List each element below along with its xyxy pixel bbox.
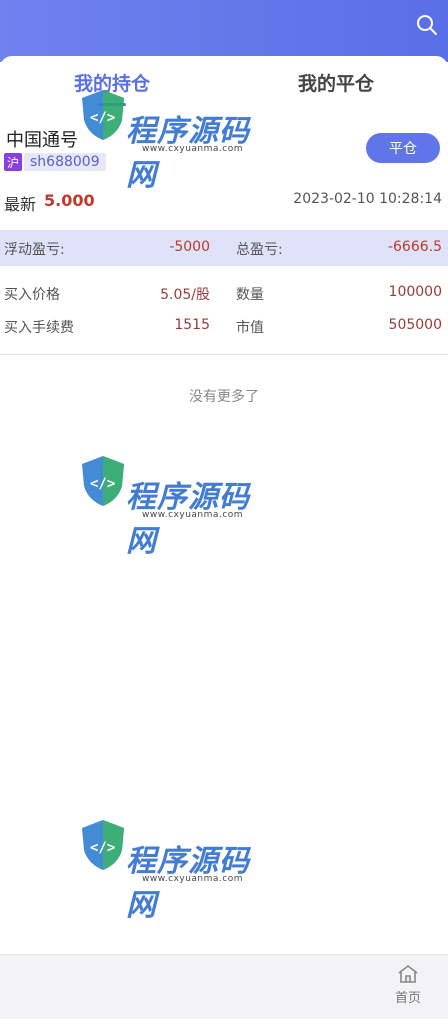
latest-price-label: 最新 (4, 195, 37, 214)
tab-bar: 我的持仓 我的平仓 (0, 56, 448, 109)
quantity-label: 数量 (236, 287, 264, 303)
bottom-nav: 首页 (0, 954, 448, 1019)
shield-logo-icon: </> (82, 456, 124, 506)
position-item: 中国通号 沪 sh688009 平仓 最新 5.000 2023-02-10 1… (0, 108, 448, 355)
list-end-hint: 没有更多了 (189, 389, 259, 405)
shield-logo-icon: </> (82, 820, 124, 870)
tab-my-holdings[interactable]: 我的持仓 (0, 56, 224, 108)
floating-pl-label: 浮动盈亏: (4, 242, 65, 258)
search-button[interactable] (416, 14, 438, 36)
top-header (0, 0, 448, 62)
market-value-label: 市值 (236, 320, 264, 336)
buy-price-value: 5.05/股 (160, 287, 210, 303)
tab-my-closed[interactable]: 我的平仓 (224, 56, 448, 108)
buy-price-label: 买入价格 (4, 287, 60, 303)
quantity-value: 100000 (388, 284, 442, 300)
active-tab-indicator (98, 103, 126, 106)
tab-label: 我的持仓 (73, 72, 150, 95)
market-badge: 沪 (4, 153, 22, 171)
watermark-text: 程序源码网 (126, 844, 250, 923)
latest-price-value: 5.000 (44, 191, 95, 210)
watermark-logo: </> 程序源码网 www.cxyuanma.com (78, 816, 268, 923)
buy-fee-label: 买入手续费 (4, 320, 74, 336)
watermark-url: www.cxyuanma.com (142, 874, 244, 884)
stock-code: sh688009 (24, 153, 106, 171)
svg-text:</>: </> (90, 840, 115, 856)
buy-fee-value: 1515 (174, 317, 210, 333)
stock-name: 中国通号 (6, 130, 78, 151)
total-pl-value: -6666.5 (387, 239, 442, 255)
search-icon (417, 15, 437, 35)
svg-text:</>: </> (90, 476, 115, 492)
nav-home-button[interactable]: 首页 (388, 963, 428, 1013)
tab-label: 我的平仓 (297, 72, 374, 95)
watermark-text: 程序源码网 (126, 480, 250, 559)
market-value-value: 505000 (388, 317, 442, 333)
close-position-button[interactable]: 平仓 (366, 133, 440, 163)
app-screen: 我的持仓 我的平仓 中国通号 沪 sh688009 平仓 最新 5.000 20… (0, 0, 448, 1024)
total-pl-label: 总盈亏: (236, 242, 283, 258)
nav-home-label: 首页 (394, 991, 421, 1006)
home-icon (398, 965, 418, 983)
watermark-url: www.cxyuanma.com (142, 510, 244, 520)
position-datetime: 2023-02-10 10:28:14 (293, 191, 442, 207)
watermark-logo: </> 程序源码网 www.cxyuanma.com (78, 452, 268, 559)
profit-loss-row: 浮动盈亏: -5000 总盈亏: -6666.5 (0, 230, 448, 266)
floating-pl-value: -5000 (169, 239, 210, 255)
